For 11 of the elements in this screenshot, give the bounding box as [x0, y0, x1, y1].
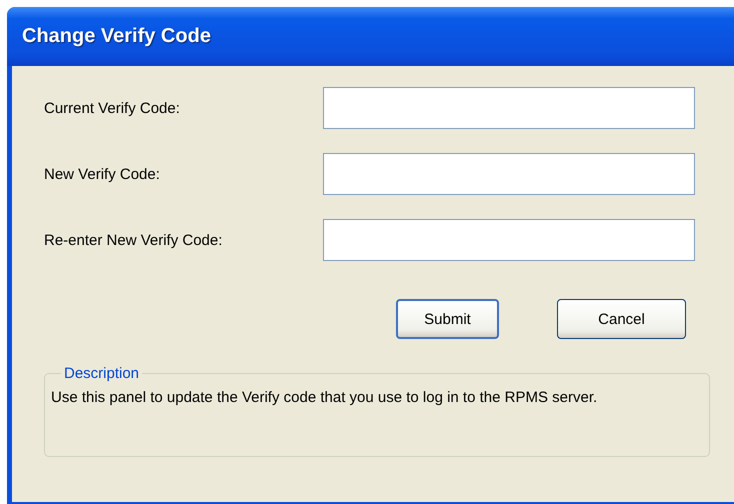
field-label: New Verify Code: — [44, 166, 161, 182]
window-title: Change Verify Code — [22, 25, 211, 48]
submit-button[interactable]: Submit — [396, 299, 499, 339]
cancel-button[interactable]: Cancel — [557, 299, 686, 339]
field-label: Current Verify Code: — [44, 100, 181, 116]
input-field[interactable] — [323, 153, 695, 195]
description-text: Use this panel to update the Verify code that you use to log in to the RPMS server. — [51, 388, 598, 408]
input-field[interactable] — [323, 87, 695, 129]
group-legend: Description — [61, 365, 142, 382]
input-field[interactable] — [323, 219, 695, 261]
field-label: Re-enter New Verify Code: — [44, 232, 224, 248]
